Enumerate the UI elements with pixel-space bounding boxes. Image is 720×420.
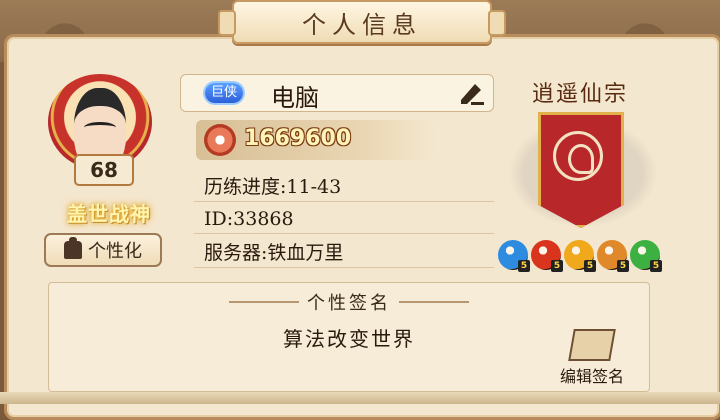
vip-badge: 巨侠 xyxy=(205,83,244,103)
window-title: 个人信息 xyxy=(218,0,506,44)
player-name: 电脑 xyxy=(271,84,319,112)
edit-signature-label: 编辑签名 xyxy=(559,367,624,386)
honor-title: 盖世战神 xyxy=(38,196,180,228)
fire-element-icon[interactable]: 5 xyxy=(531,240,563,272)
edit-name-icon[interactable] xyxy=(457,80,485,106)
power-value: 1669600 xyxy=(244,126,352,151)
sect-emblem-icon xyxy=(553,131,603,181)
power-icon xyxy=(204,124,236,156)
orb-level: 5 xyxy=(617,260,629,272)
signature-box: 个性签名 算法改变世界 编辑签名 xyxy=(48,282,650,392)
personalize-label: 个性化 xyxy=(88,241,142,262)
orb-level: 5 xyxy=(584,260,596,272)
orb-level: 5 xyxy=(650,260,662,272)
wood-element-icon[interactable]: 5 xyxy=(630,240,662,272)
avatar[interactable]: 68 xyxy=(40,74,168,186)
personalize-button[interactable]: 个性化 xyxy=(44,233,162,267)
progress-text: 历练进度:11-43 xyxy=(194,172,494,202)
player-id: ID:33868 xyxy=(194,204,494,234)
outfit-icon xyxy=(64,237,82,259)
power-row: 1669600 xyxy=(196,120,436,160)
sect-name: 逍遥仙宗 xyxy=(531,82,628,107)
water-element-icon[interactable]: 5 xyxy=(498,240,530,272)
server-text: 服务器:铁血万里 xyxy=(194,238,494,268)
name-row: 巨侠 电脑 xyxy=(180,74,494,112)
orb-level: 5 xyxy=(551,260,563,272)
signature-title: 个性签名 xyxy=(307,293,391,314)
edit-signature-button[interactable]: 编辑签名 xyxy=(547,327,637,387)
level-badge: 68 xyxy=(74,154,134,186)
scroll-icon xyxy=(568,329,616,361)
orb-level: 5 xyxy=(518,260,530,272)
beast-element-icon[interactable]: 5 xyxy=(597,240,629,272)
element-orbs: 5 5 5 5 5 xyxy=(498,240,662,272)
sect-banner[interactable] xyxy=(538,112,624,228)
bottom-strip xyxy=(0,392,720,404)
sun-element-icon[interactable]: 5 xyxy=(564,240,596,272)
